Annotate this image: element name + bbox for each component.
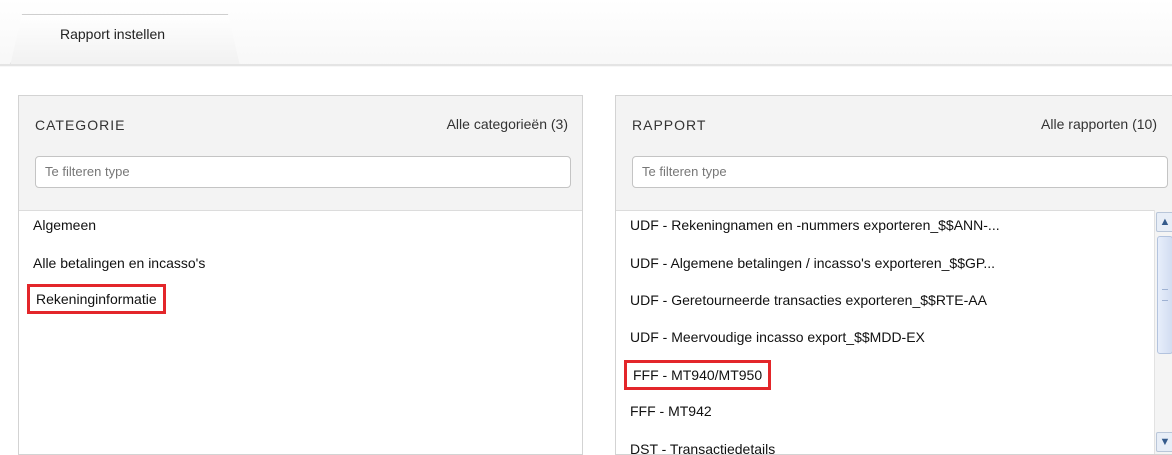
list-item[interactable]: UDF - Algemene betalingen / incasso's ex… [624, 248, 1001, 278]
rapport-list: UDF - Rekeningnamen en -nummers exporter… [616, 210, 1172, 454]
list-item[interactable]: UDF - Geretourneerde transacties exporte… [624, 285, 993, 315]
list-item-highlighted[interactable]: Rekeninginformatie [27, 284, 166, 314]
tab-underline [0, 64, 1172, 66]
list-item[interactable]: Alle betalingen en incasso's [27, 248, 211, 278]
grip-icon [1162, 289, 1168, 301]
rapport-filter-input[interactable]: Te filteren type [632, 156, 1168, 188]
rapport-title: RAPPORT [632, 117, 707, 133]
rapport-scrollbar[interactable]: ▲ ▼ [1154, 210, 1172, 454]
categorie-panel: CATEGORIE Alle categorieën (3) Te filter… [18, 95, 583, 455]
tab-strip: Rapport instellen [0, 0, 1172, 67]
all-categories-link[interactable]: Alle categorieën (3) [447, 116, 568, 132]
categorie-header: CATEGORIE Alle categorieën (3) Te filter… [19, 96, 582, 211]
tab-rapport-instellen-label[interactable]: Rapport instellen [60, 26, 165, 42]
rapport-header: RAPPORT Alle rapporten (10) Te filteren … [616, 96, 1172, 211]
categorie-title: CATEGORIE [35, 117, 126, 133]
list-item[interactable]: UDF - Rekeningnamen en -nummers exporter… [624, 210, 1006, 240]
chevron-down-icon[interactable]: ▼ [1156, 432, 1172, 452]
list-item[interactable]: DST - Transactiedetails [624, 434, 781, 454]
rapport-filter-placeholder: Te filteren type [642, 164, 727, 179]
scroll-thumb[interactable] [1157, 236, 1172, 354]
list-item[interactable]: Algemeen [27, 210, 102, 240]
list-item[interactable]: FFF - MT942 [624, 396, 718, 426]
list-item-highlighted[interactable]: FFF - MT940/MT950 [624, 360, 772, 390]
categorie-filter-placeholder: Te filteren type [45, 164, 130, 179]
rapport-panel: RAPPORT Alle rapporten (10) Te filteren … [615, 95, 1172, 455]
list-item[interactable]: UDF - Meervoudige incasso export_$$MDD-E… [624, 322, 931, 352]
all-reports-link[interactable]: Alle rapporten (10) [1041, 116, 1157, 132]
categorie-filter-input[interactable]: Te filteren type [35, 156, 571, 188]
chevron-up-icon[interactable]: ▲ [1156, 212, 1172, 232]
categorie-list: Algemeen Alle betalingen en incasso's Re… [19, 210, 582, 454]
